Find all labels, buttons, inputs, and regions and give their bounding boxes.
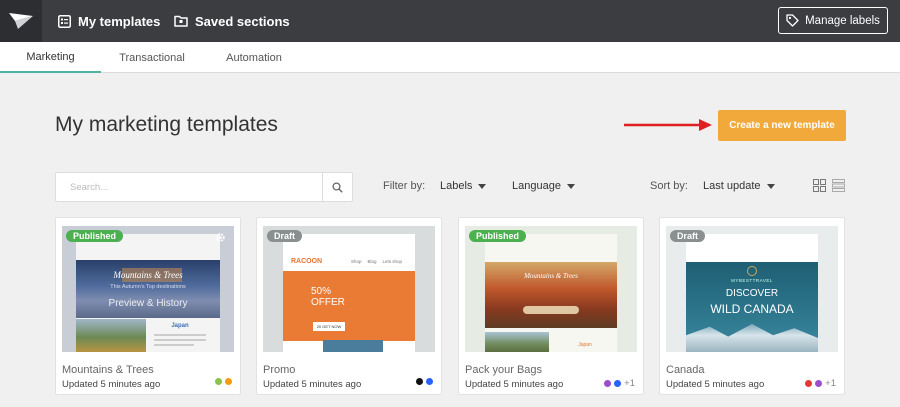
template-icon: [58, 14, 71, 28]
template-card[interactable]: RACOON Shop Blog Lets shop 50% OFFER 20 …: [256, 217, 442, 395]
paper-plane-icon: [9, 13, 33, 29]
tab-automation[interactable]: Automation: [203, 42, 305, 73]
chevron-down-icon: [478, 183, 487, 189]
thumbnail-nav-shop: Shop: [351, 259, 362, 264]
template-updated: Updated 5 minutes ago: [465, 379, 564, 390]
label-dot: [815, 380, 823, 387]
language-dropdown[interactable]: Language: [512, 180, 575, 192]
app-logo[interactable]: [0, 0, 42, 42]
filter-by-label: Filter by:: [383, 180, 426, 192]
sort-dropdown[interactable]: Last update: [703, 180, 775, 192]
search-box: [55, 172, 353, 202]
thumbnail-offer-word: OFFER: [311, 297, 345, 308]
manage-labels-label: Manage labels: [805, 14, 880, 27]
page-title: My marketing templates: [55, 113, 278, 136]
template-name: Promo: [263, 364, 296, 376]
template-name: Mountains & Trees: [62, 364, 154, 376]
list-view-icon[interactable]: [832, 179, 845, 192]
more-labels-count: +1: [624, 378, 635, 389]
template-thumbnail: Mountains & Trees This Autumn's Top dest…: [62, 226, 234, 352]
thumbnail-cta: 20 GET NOW: [313, 322, 345, 331]
template-updated: Updated 5 minutes ago: [62, 379, 161, 390]
label-dot: [614, 380, 622, 387]
gear-icon[interactable]: [215, 232, 226, 243]
label-dot: [426, 378, 433, 385]
grid-view-icon[interactable]: [813, 179, 826, 192]
template-name: Pack your Bags: [465, 364, 543, 376]
nav-saved-sections-label: Saved sections: [195, 13, 290, 29]
labels-dropdown-label: Labels: [440, 180, 473, 192]
thumbnail-brand: RACOON: [291, 258, 323, 265]
template-card[interactable]: MYBESTTRAVEL DISCOVER WILD CANADA Draft …: [659, 217, 845, 395]
thumbnail-cta: Preview & History: [108, 298, 188, 309]
label-dot: [805, 380, 813, 387]
label-dot: [604, 380, 612, 387]
thumbnail-title: Mountains & Trees: [524, 272, 578, 280]
template-thumbnail: RACOON Shop Blog Lets shop 50% OFFER 20 …: [263, 226, 435, 352]
language-dropdown-label: Language: [512, 180, 561, 192]
sort-by-label: Sort by:: [650, 180, 688, 192]
folder-icon: [174, 15, 188, 27]
template-card[interactable]: Mountains & Trees This Autumn's Top dest…: [55, 217, 241, 395]
arrow-annotation-icon: [624, 119, 712, 131]
template-updated: Updated 5 minutes ago: [263, 379, 362, 390]
labels-dropdown[interactable]: Labels: [440, 180, 487, 192]
status-badge: Published: [66, 230, 124, 242]
tag-icon: [786, 14, 799, 27]
thumbnail-nav-blog: Blog: [367, 259, 377, 264]
more-labels-count: +1: [825, 378, 836, 389]
sort-dropdown-value: Last update: [703, 180, 761, 192]
thumbnail-line2: WILD CANADA: [710, 302, 794, 316]
label-dot: [416, 378, 423, 385]
search-button[interactable]: [322, 173, 352, 201]
nav-my-templates-label: My templates: [78, 13, 161, 29]
status-badge: Draft: [670, 230, 706, 242]
create-new-template-button[interactable]: Create a new template: [718, 110, 846, 141]
thumbnail-subtitle: This Autumn's Top destinations: [110, 284, 186, 290]
tab-transactional[interactable]: Transactional: [101, 42, 203, 73]
chevron-down-icon: [766, 183, 775, 189]
template-updated: Updated 5 minutes ago: [666, 379, 765, 390]
template-card[interactable]: Mountains & Trees Japan Published Pack y…: [458, 217, 644, 395]
manage-labels-button[interactable]: Manage labels: [778, 7, 888, 34]
thumbnail-offer-percent: 50%: [311, 286, 332, 297]
tab-marketing[interactable]: Marketing: [0, 42, 101, 73]
template-thumbnail: MYBESTTRAVEL DISCOVER WILD CANADA Draft: [666, 226, 838, 352]
thumbnail-brand: MYBESTTRAVEL: [731, 278, 773, 283]
label-dots: +1: [601, 378, 635, 389]
label-dots: [212, 378, 232, 385]
status-badge: Draft: [267, 230, 303, 242]
thumbnail-line1: DISCOVER: [725, 288, 779, 299]
tab-bar: Marketing Transactional Automation: [0, 42, 900, 73]
thumbnail-nav-lets-shop: Lets shop: [382, 259, 403, 264]
nav-my-templates[interactable]: My templates: [58, 0, 160, 42]
thumbnail-side-title: Japan: [171, 323, 189, 329]
label-dots: +1: [802, 378, 836, 389]
thumbnail-side-title: Japan: [578, 342, 592, 348]
template-thumbnail: Mountains & Trees Japan Published: [465, 226, 637, 352]
template-name: Canada: [666, 364, 705, 376]
top-bar: My templates Saved sections Manage label…: [0, 0, 900, 42]
nav-saved-sections[interactable]: Saved sections: [174, 0, 290, 42]
search-icon: [332, 181, 343, 193]
chevron-down-icon: [566, 183, 575, 189]
status-badge: Published: [469, 230, 527, 242]
label-dot: [215, 378, 222, 385]
label-dots: [413, 378, 433, 385]
label-dot: [225, 378, 232, 385]
search-input[interactable]: [56, 173, 322, 201]
thumbnail-title: Mountains & Trees: [113, 270, 183, 280]
